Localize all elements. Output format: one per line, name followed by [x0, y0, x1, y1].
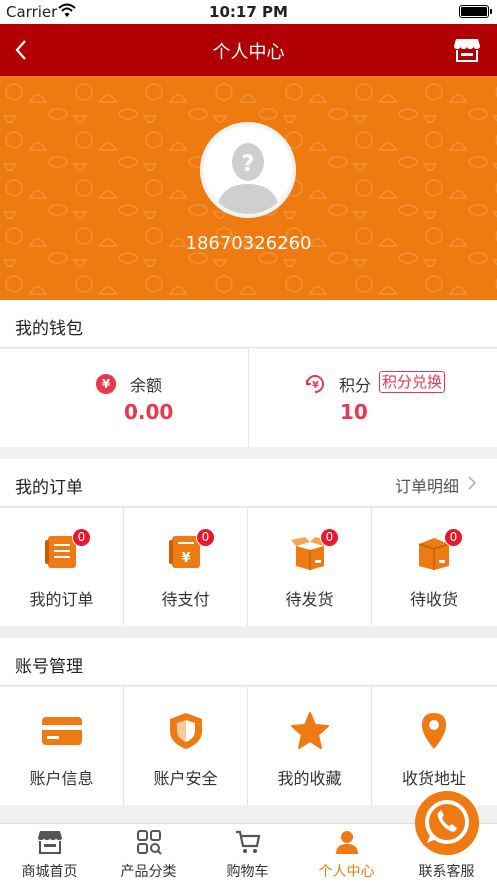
clock: 10:17 PM: [209, 3, 288, 21]
card-icon: [42, 717, 82, 745]
cart-icon: [236, 830, 261, 853]
phone-icon: [425, 800, 469, 844]
customer-service-button[interactable]: [415, 791, 479, 855]
account-item-label: 收货地址: [401, 769, 466, 788]
account-item-info[interactable]: 账户信息: [0, 687, 124, 805]
wallet-header: 我的钱包: [0, 300, 497, 348]
user-icon: [336, 831, 358, 854]
tab-home[interactable]: 商城首页: [0, 824, 99, 883]
order-item-label: 待支付: [161, 590, 210, 609]
tab-label: 个人中心: [318, 864, 375, 880]
yen-coin-icon: ¥: [96, 374, 116, 394]
status-bar: Carrier 10:17 PM: [0, 0, 497, 24]
tab-cart[interactable]: 购物车: [198, 824, 297, 883]
account-title: 账号管理: [15, 657, 83, 677]
orders-title: 我的订单: [15, 478, 83, 498]
order-item-pending-payment[interactable]: ¥ 0 待支付: [124, 508, 248, 626]
location-pin-icon: [422, 713, 446, 749]
order-count-badge: 0: [72, 528, 91, 547]
points-coin-icon: ¥: [306, 375, 324, 393]
pending-shipment-badge: 0: [320, 528, 339, 547]
user-phone: 18670326260: [185, 233, 312, 254]
account-item-security[interactable]: 账户安全: [124, 687, 248, 805]
nav-bar: 个人中心: [0, 24, 497, 76]
tab-label: 联系客服: [418, 864, 475, 880]
chevron-right-icon: [468, 476, 477, 490]
default-avatar-icon: ?: [204, 126, 292, 214]
orders-grid: 0 我的订单 ¥ 0 待支付 0 待发货 0 待收货: [0, 508, 497, 626]
pending-payment-badge: 0: [196, 528, 215, 547]
points-exchange-button[interactable]: 积分兑换: [379, 371, 446, 393]
tab-label: 购物车: [226, 864, 269, 880]
svg-text:?: ?: [242, 152, 255, 177]
order-item-pending-shipment[interactable]: 0 待发货: [248, 508, 372, 626]
wallet-title: 我的钱包: [15, 319, 83, 339]
account-item-label: 账户安全: [153, 769, 218, 788]
order-item-label: 待发货: [285, 590, 334, 609]
battery-icon: [459, 5, 492, 18]
order-item-all[interactable]: 0 我的订单: [0, 508, 124, 626]
order-item-label: 待收货: [409, 590, 458, 609]
balance-value: 0.00: [124, 400, 174, 424]
store-icon[interactable]: [453, 37, 481, 63]
account-item-label: 我的收藏: [277, 769, 342, 788]
tab-categories[interactable]: 产品分类: [99, 824, 198, 883]
page-title: 个人中心: [212, 42, 285, 63]
profile-header: ? 18670326260: [0, 76, 497, 300]
category-icon: [137, 830, 162, 855]
balance-item[interactable]: ¥ 余额 0.00: [0, 349, 248, 447]
account-grid: 账户信息 账户安全 我的收藏 收货地址: [0, 687, 497, 805]
order-detail-link[interactable]: 订单明细: [395, 473, 459, 497]
svg-text:¥: ¥: [312, 380, 319, 391]
account-header: 账号管理: [0, 638, 497, 686]
points-label: 积分: [339, 376, 372, 395]
shop-icon: [38, 831, 62, 854]
pending-receipt-badge: 0: [444, 528, 463, 547]
avatar[interactable]: ?: [200, 122, 296, 218]
account-item-label: 账户信息: [29, 769, 94, 788]
tab-label: 商城首页: [21, 864, 78, 880]
shield-icon: [170, 713, 202, 749]
account-item-address[interactable]: 收货地址: [372, 687, 496, 805]
order-item-pending-receipt[interactable]: 0 待收货: [372, 508, 496, 626]
points-value: 10: [340, 400, 368, 424]
star-icon: [291, 712, 329, 749]
balance-label: 余额: [130, 376, 163, 395]
points-item[interactable]: ¥ 积分 积分兑换 10: [249, 349, 497, 447]
orders-header[interactable]: 我的订单 订单明细: [0, 459, 497, 507]
tab-label: 产品分类: [120, 864, 177, 880]
svg-text:¥: ¥: [181, 551, 190, 566]
wallet-panel: ¥ 余额 0.00 ¥ 积分 积分兑换 10: [0, 349, 497, 447]
order-item-label: 我的订单: [29, 590, 94, 609]
tab-profile[interactable]: 个人中心: [297, 824, 396, 883]
account-item-favorites[interactable]: 我的收藏: [248, 687, 372, 805]
